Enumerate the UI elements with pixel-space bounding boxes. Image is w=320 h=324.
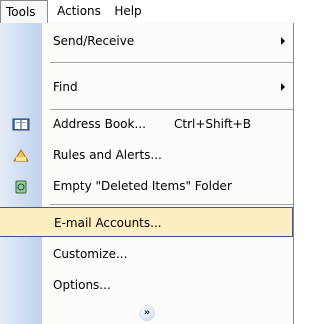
expand-menu-glyph: »: [143, 307, 151, 318]
menu-tools-label: Tools: [6, 5, 36, 19]
menu-item-customize[interactable]: Customize...: [0, 239, 293, 269]
empty-trash-icon: [12, 178, 30, 194]
menu-actions[interactable]: Actions: [53, 0, 105, 23]
menu-item-label: Rules and Alerts...: [53, 148, 162, 162]
submenu-arrow-icon: [281, 37, 285, 45]
menu-item-label: Empty "Deleted Items" Folder: [53, 179, 232, 193]
menu-item-email-accounts[interactable]: E-mail Accounts...: [0, 207, 293, 237]
menu-item-shortcut: Ctrl+Shift+B: [174, 117, 251, 131]
menu-actions-label: Actions: [57, 4, 101, 18]
expand-menu-chevron-icon[interactable]: »: [139, 305, 155, 321]
menu-item-options[interactable]: Options...: [0, 270, 293, 300]
rules-alerts-icon: [12, 147, 30, 163]
menu-item-rules-alerts[interactable]: Rules and Alerts...: [0, 140, 293, 170]
menu-item-find[interactable]: Find: [0, 72, 293, 102]
menu-bar: Tools Actions Help: [0, 0, 295, 24]
menu-item-address-book[interactable]: Address Book... Ctrl+Shift+B: [0, 109, 293, 139]
menu-item-label: Address Book...: [53, 117, 146, 131]
menu-item-send-receive[interactable]: Send/Receive: [0, 26, 293, 56]
menu-separator: [50, 204, 293, 205]
menu-item-label: Send/Receive: [53, 34, 135, 48]
menu-item-label: Find: [53, 80, 78, 94]
address-book-icon: [12, 116, 30, 132]
menu-help-label: Help: [114, 4, 142, 18]
menu-separator: [50, 62, 293, 63]
menu-item-label: E-mail Accounts...: [54, 216, 162, 230]
menu-help[interactable]: Help: [108, 0, 148, 23]
menu-item-label: Customize...: [53, 247, 128, 261]
menu-item-empty-deleted[interactable]: Empty "Deleted Items" Folder: [0, 171, 293, 201]
menu-item-label: Options...: [53, 278, 111, 292]
submenu-arrow-icon: [281, 83, 285, 91]
tools-dropdown-menu: Send/Receive Find Address Book... Ctrl+S…: [0, 23, 294, 324]
menu-tools[interactable]: Tools: [0, 0, 48, 24]
